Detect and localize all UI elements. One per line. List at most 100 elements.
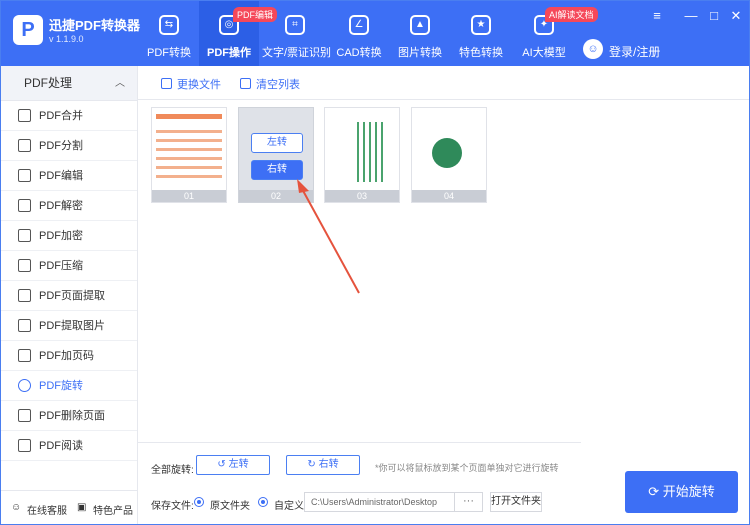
tab-cad[interactable]: ∠ CAD转换: [335, 1, 383, 66]
sidebar-item-label: PDF加密: [39, 230, 83, 242]
image-icon: ▲: [410, 15, 430, 35]
sidebar-item-label: PDF删除页面: [39, 410, 105, 422]
page-thumbnail[interactable]: 01: [151, 107, 227, 203]
rotate-all-right-label: 右转: [318, 459, 339, 470]
toolbar-divider: [138, 99, 749, 100]
rotate-all-right-button[interactable]: ↻ 右转: [286, 455, 360, 475]
sidebar-item-edit[interactable]: PDF编辑: [1, 161, 137, 191]
rotate-hint: *你可以将鼠标放到某个页面单独对它进行旋转: [375, 463, 559, 473]
sidebar-item-read[interactable]: PDF阅读: [1, 431, 137, 461]
sidebar-item-label: PDF压缩: [39, 260, 83, 272]
login-link[interactable]: 登录/注册: [609, 43, 660, 60]
refresh-icon: ⟳: [648, 484, 663, 499]
read-icon: [18, 439, 31, 452]
tab-label: 文字/票证识别: [262, 47, 332, 59]
save-path-input[interactable]: C:\Users\Administrator\Desktop: [304, 492, 455, 512]
sidebar-item-extract-image[interactable]: PDF提取图片: [1, 311, 137, 341]
sidebar-list: PDF合并 PDF分割 PDF编辑 PDF解密 PDF加密 PDF压缩 PDF页面提取 PDF…: [1, 101, 137, 461]
rotate-left-icon: ↺: [217, 459, 229, 470]
products-link[interactable]: 特色产品: [93, 502, 133, 517]
sidebar-item-label: PDF加页码: [39, 350, 94, 362]
encrypt-icon: [18, 229, 31, 242]
extract-page-icon: [18, 289, 31, 302]
convert-icon: ⇆: [159, 15, 179, 35]
sidebar-header[interactable]: PDF处理 ︿: [1, 66, 137, 101]
open-folder-button[interactable]: 打开文件夹: [490, 492, 542, 512]
sidebar-footer: ☺ 在线客服 ▣ 特色产品: [1, 490, 137, 524]
sidebar-item-decrypt[interactable]: PDF解密: [1, 191, 137, 221]
chevron-up-icon: ︿: [115, 78, 125, 89]
customer-service-link[interactable]: 在线客服: [27, 502, 67, 517]
app-name: 迅捷PDF转换器: [49, 18, 141, 33]
page-number: 01: [152, 190, 226, 202]
save-file-label: 保存文件:: [151, 501, 194, 512]
star-icon: ★: [471, 15, 491, 35]
sidebar-item-label: PDF旋转: [39, 380, 83, 392]
tab-label: CAD转换: [336, 47, 382, 59]
tab-label: AI大模型: [522, 47, 566, 59]
rotate-right-icon: ↻: [307, 459, 319, 470]
browse-button[interactable]: ···: [455, 492, 483, 512]
arrow-head: [297, 179, 309, 193]
rotate-left-page-button[interactable]: 左转: [251, 133, 303, 153]
start-rotate-button[interactable]: ⟳ 开始旋转: [625, 471, 738, 513]
tab-pdf-convert[interactable]: ⇆ PDF转换: [141, 1, 197, 66]
edit-icon: [18, 169, 31, 182]
add-icon: [161, 78, 172, 89]
sidebar-item-label: PDF解密: [39, 200, 83, 212]
tab-special[interactable]: ★ 特色转换: [457, 1, 505, 66]
clear-list-button[interactable]: 清空列表: [240, 77, 300, 93]
sidebar-item-label: PDF合并: [39, 110, 83, 122]
top-bar: P 迅捷PDF转换器 v 1.1.9.0 ⇆ PDF转换 ◎ PDF操作 PDF编辑…: [1, 1, 749, 66]
sidebar-item-merge[interactable]: PDF合并: [1, 101, 137, 131]
sidebar-item-compress[interactable]: PDF压缩: [1, 251, 137, 281]
source-folder-label: 原文件夹: [210, 501, 250, 512]
sidebar-item-extract-page[interactable]: PDF页面提取: [1, 281, 137, 311]
app-version: v 1.1.9.0: [49, 34, 84, 44]
cad-icon: ∠: [349, 15, 369, 35]
sidebar-item-encrypt[interactable]: PDF加密: [1, 221, 137, 251]
tab-ocr[interactable]: ⌗ 文字/票证识别: [262, 1, 332, 66]
replace-file-button[interactable]: 更换文件: [161, 77, 221, 93]
sidebar-item-label: PDF阅读: [39, 440, 83, 452]
arrow-line: [300, 186, 360, 294]
extract-image-icon: [18, 319, 31, 332]
menu-icon[interactable]: ≡: [650, 9, 664, 23]
custom-folder-radio[interactable]: [258, 497, 268, 507]
bottom-divider: [138, 442, 581, 443]
scan-icon: ⌗: [285, 15, 305, 35]
rotate-all-label: 全部旋转:: [151, 465, 194, 476]
source-folder-radio[interactable]: [194, 497, 204, 507]
tab-label: PDF转换: [147, 47, 191, 59]
replace-label: 更换文件: [177, 79, 221, 91]
trash-icon: [240, 78, 251, 89]
sidebar: PDF处理 ︿ PDF合并 PDF分割 PDF编辑 PDF解密 PDF加密 PDF压缩 PDF…: [1, 66, 138, 524]
sidebar-item-split[interactable]: PDF分割: [1, 131, 137, 161]
customer-service-icon: ☺: [11, 502, 22, 513]
maximize-icon[interactable]: □: [707, 9, 721, 23]
page-content: [432, 138, 462, 168]
page-content: [156, 124, 222, 184]
merge-icon: [18, 109, 31, 122]
sidebar-item-page-number[interactable]: PDF加页码: [1, 341, 137, 371]
rotate-icon: [18, 379, 31, 392]
pointer-arrow: [297, 179, 360, 294]
minimize-icon[interactable]: —: [684, 9, 698, 23]
avatar[interactable]: ☺: [583, 39, 603, 59]
app-window: P 迅捷PDF转换器 v 1.1.9.0 ⇆ PDF转换 ◎ PDF操作 PDF编辑…: [0, 0, 750, 525]
rotate-all-left-label: 左转: [228, 459, 249, 470]
decrypt-icon: [18, 199, 31, 212]
clear-label: 清空列表: [256, 79, 300, 91]
sidebar-item-label: PDF分割: [39, 140, 83, 152]
page-thumbnail[interactable]: 04: [411, 107, 487, 203]
close-icon[interactable]: ✕: [729, 9, 743, 23]
page-content: [156, 114, 222, 119]
sidebar-item-label: PDF页面提取: [39, 290, 105, 302]
sidebar-item-delete-page[interactable]: PDF删除页面: [1, 401, 137, 431]
page-number: 04: [412, 190, 486, 202]
tab-image[interactable]: ▲ 图片转换: [396, 1, 444, 66]
sidebar-title: PDF处理: [24, 76, 73, 90]
products-icon: ▣: [77, 502, 87, 513]
sidebar-item-rotate[interactable]: PDF旋转: [1, 371, 137, 401]
rotate-all-left-button[interactable]: ↺ 左转: [196, 455, 270, 475]
